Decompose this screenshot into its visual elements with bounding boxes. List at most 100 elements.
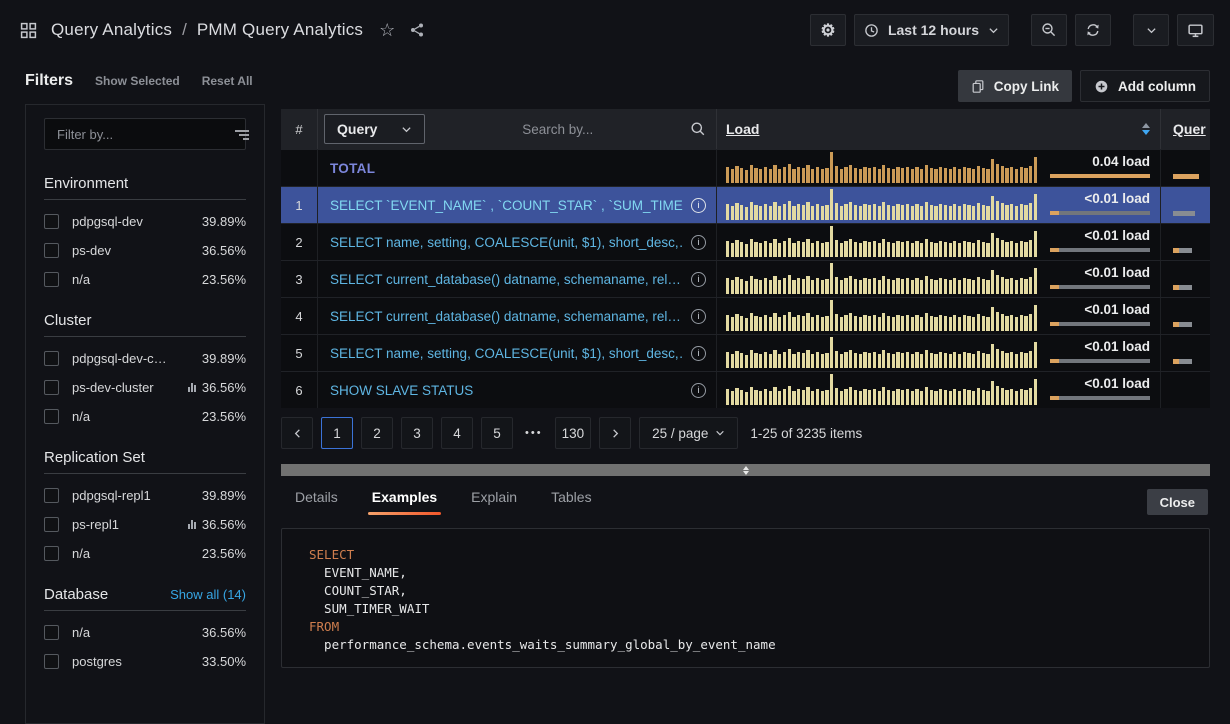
zoom-out-button[interactable] <box>1031 14 1067 46</box>
info-icon[interactable]: i <box>691 346 706 361</box>
previous-page-button[interactable] <box>281 417 313 449</box>
load-value: <0.01 load <box>1084 376 1150 391</box>
filter-item[interactable]: ps-dev-cluster36.56% <box>44 380 246 395</box>
show-selected-link[interactable]: Show Selected <box>95 74 180 88</box>
checkbox[interactable] <box>44 214 59 229</box>
filter-item[interactable]: n/a23.56% <box>44 409 246 424</box>
query-column-dropdown[interactable]: Query <box>324 114 425 144</box>
time-range-picker[interactable]: Last 12 hours <box>854 14 1009 46</box>
info-icon[interactable]: i <box>691 383 706 398</box>
filter-section-title: Cluster <box>44 312 92 329</box>
load-meta: <0.01 load <box>1050 186 1160 220</box>
table-row[interactable]: 1SELECT `EVENT_NAME` , `COUNT_STAR` , `S… <box>281 186 1210 223</box>
search-input[interactable] <box>425 121 690 138</box>
table-row[interactable]: 6SHOW SLAVE STATUSi<0.01 load <box>281 371 1210 408</box>
filter-item[interactable]: ps-repl136.56% <box>44 517 246 532</box>
share-icon[interactable] <box>405 22 429 38</box>
table-row[interactable]: 5SELECT name, setting, COALESCE(unit, $1… <box>281 334 1210 371</box>
filter-sections: Environmentpdpgsql-dev39.89%ps-dev36.56%… <box>44 175 246 669</box>
tab-details[interactable]: Details <box>295 489 338 515</box>
filter-item[interactable]: postgres33.50% <box>44 654 246 669</box>
page-button-last[interactable]: 130 <box>555 417 592 449</box>
sort-icon[interactable] <box>1142 123 1150 135</box>
show-all-link[interactable]: Show all (14) <box>170 587 246 602</box>
page-button-4[interactable]: 4 <box>441 417 473 449</box>
filter-item-label: pdpgsql-repl1 <box>72 488 202 503</box>
page-button-5[interactable]: 5 <box>481 417 513 449</box>
table-row[interactable]: TOTAL 0.04 load <box>281 149 1210 186</box>
query-link[interactable]: SELECT current_database() datname, schem… <box>330 309 683 324</box>
tab-explain[interactable]: Explain <box>471 489 517 515</box>
column-next-header[interactable]: Quer <box>1160 109 1210 149</box>
page-size-dropdown[interactable]: 25 / page <box>639 417 738 449</box>
checkbox[interactable] <box>44 488 59 503</box>
checkbox[interactable] <box>44 409 59 424</box>
table-actions: Copy Link Add column <box>281 70 1210 102</box>
info-icon[interactable]: i <box>691 309 706 324</box>
load-sparkline <box>726 374 1038 405</box>
checkbox[interactable] <box>44 625 59 640</box>
checkbox[interactable] <box>44 351 59 366</box>
next-cell-bar <box>1173 174 1199 179</box>
chevron-down-icon <box>988 25 999 36</box>
table-row[interactable]: 3SELECT current_database() datname, sche… <box>281 260 1210 297</box>
filter-icon <box>235 128 249 140</box>
checkbox[interactable] <box>44 272 59 287</box>
table-row[interactable]: 4SELECT current_database() datname, sche… <box>281 297 1210 334</box>
row-load-cell: 0.04 load <box>717 150 1160 186</box>
checkbox[interactable] <box>44 654 59 669</box>
query-link[interactable]: SELECT name, setting, COALESCE(unit, $1)… <box>330 235 683 250</box>
filter-search-box[interactable] <box>44 118 246 150</box>
load-sparkline <box>726 189 1038 220</box>
kiosk-mode-button[interactable] <box>1177 14 1214 46</box>
filter-search-input[interactable] <box>55 126 235 143</box>
copy-link-button[interactable]: Copy Link <box>958 70 1072 102</box>
filter-item[interactable]: ps-dev36.56% <box>44 243 246 258</box>
dashboard-settings-button[interactable]: ⚙ <box>810 14 846 46</box>
checkbox[interactable] <box>44 546 59 561</box>
row-next-cell <box>1160 187 1210 223</box>
filter-item[interactable]: pdpgsql-dev-c…39.89% <box>44 351 246 366</box>
next-page-button[interactable] <box>599 417 631 449</box>
search-icon[interactable] <box>690 121 706 137</box>
reset-all-link[interactable]: Reset All <box>202 74 253 88</box>
query-link[interactable]: SELECT name, setting, COALESCE(unit, $1)… <box>330 346 683 361</box>
filter-item[interactable]: pdpgsql-repl139.89% <box>44 488 246 503</box>
monitor-icon <box>1187 22 1204 39</box>
filter-item[interactable]: n/a23.56% <box>44 546 246 561</box>
info-icon[interactable]: i <box>691 235 706 250</box>
info-icon[interactable]: i <box>691 198 706 213</box>
tab-tables[interactable]: Tables <box>551 489 591 515</box>
active-tab-underline <box>368 512 441 515</box>
close-button[interactable]: Close <box>1147 489 1208 515</box>
filter-item[interactable]: pdpgsql-dev39.89% <box>44 214 246 229</box>
query-link[interactable]: SELECT current_database() datname, schem… <box>330 272 683 287</box>
filter-item-label: n/a <box>72 409 202 424</box>
query-link[interactable]: SELECT `EVENT_NAME` , `COUNT_STAR` , `SU… <box>330 198 683 213</box>
apps-grid-icon[interactable] <box>16 22 41 39</box>
chevron-down-icon <box>1146 25 1157 36</box>
filter-section-cluster: Cluster pdpgsql-dev-c…39.89% ps-dev-cluste… <box>44 312 246 424</box>
filter-item[interactable]: n/a23.56% <box>44 272 246 287</box>
page-button-2[interactable]: 2 <box>361 417 393 449</box>
checkbox[interactable] <box>44 517 59 532</box>
resize-up-arrow-icon <box>743 466 749 470</box>
refresh-button[interactable] <box>1075 14 1111 46</box>
panel-resize-handle[interactable] <box>281 464 1210 476</box>
tab-examples[interactable]: Examples <box>372 489 437 515</box>
query-link[interactable]: SHOW SLAVE STATUS <box>330 383 683 398</box>
total-link[interactable]: TOTAL <box>330 161 706 176</box>
breadcrumb-section[interactable]: Query Analytics <box>51 20 172 40</box>
checkbox[interactable] <box>44 380 59 395</box>
table-row[interactable]: 2SELECT name, setting, COALESCE(unit, $1… <box>281 223 1210 260</box>
info-icon[interactable]: i <box>691 272 706 287</box>
add-column-button[interactable]: Add column <box>1080 70 1210 102</box>
filter-item[interactable]: n/a36.56% <box>44 625 246 640</box>
column-load-header[interactable]: Load <box>717 109 1160 149</box>
favorite-star-icon[interactable]: ☆ <box>379 20 395 41</box>
page-button-1[interactable]: 1 <box>321 417 353 449</box>
page-button-3[interactable]: 3 <box>401 417 433 449</box>
checkbox[interactable] <box>44 243 59 258</box>
refresh-interval-dropdown[interactable] <box>1133 14 1169 46</box>
pagination: 12345•••13025 / page1-25 of 3235 items <box>281 415 1210 451</box>
